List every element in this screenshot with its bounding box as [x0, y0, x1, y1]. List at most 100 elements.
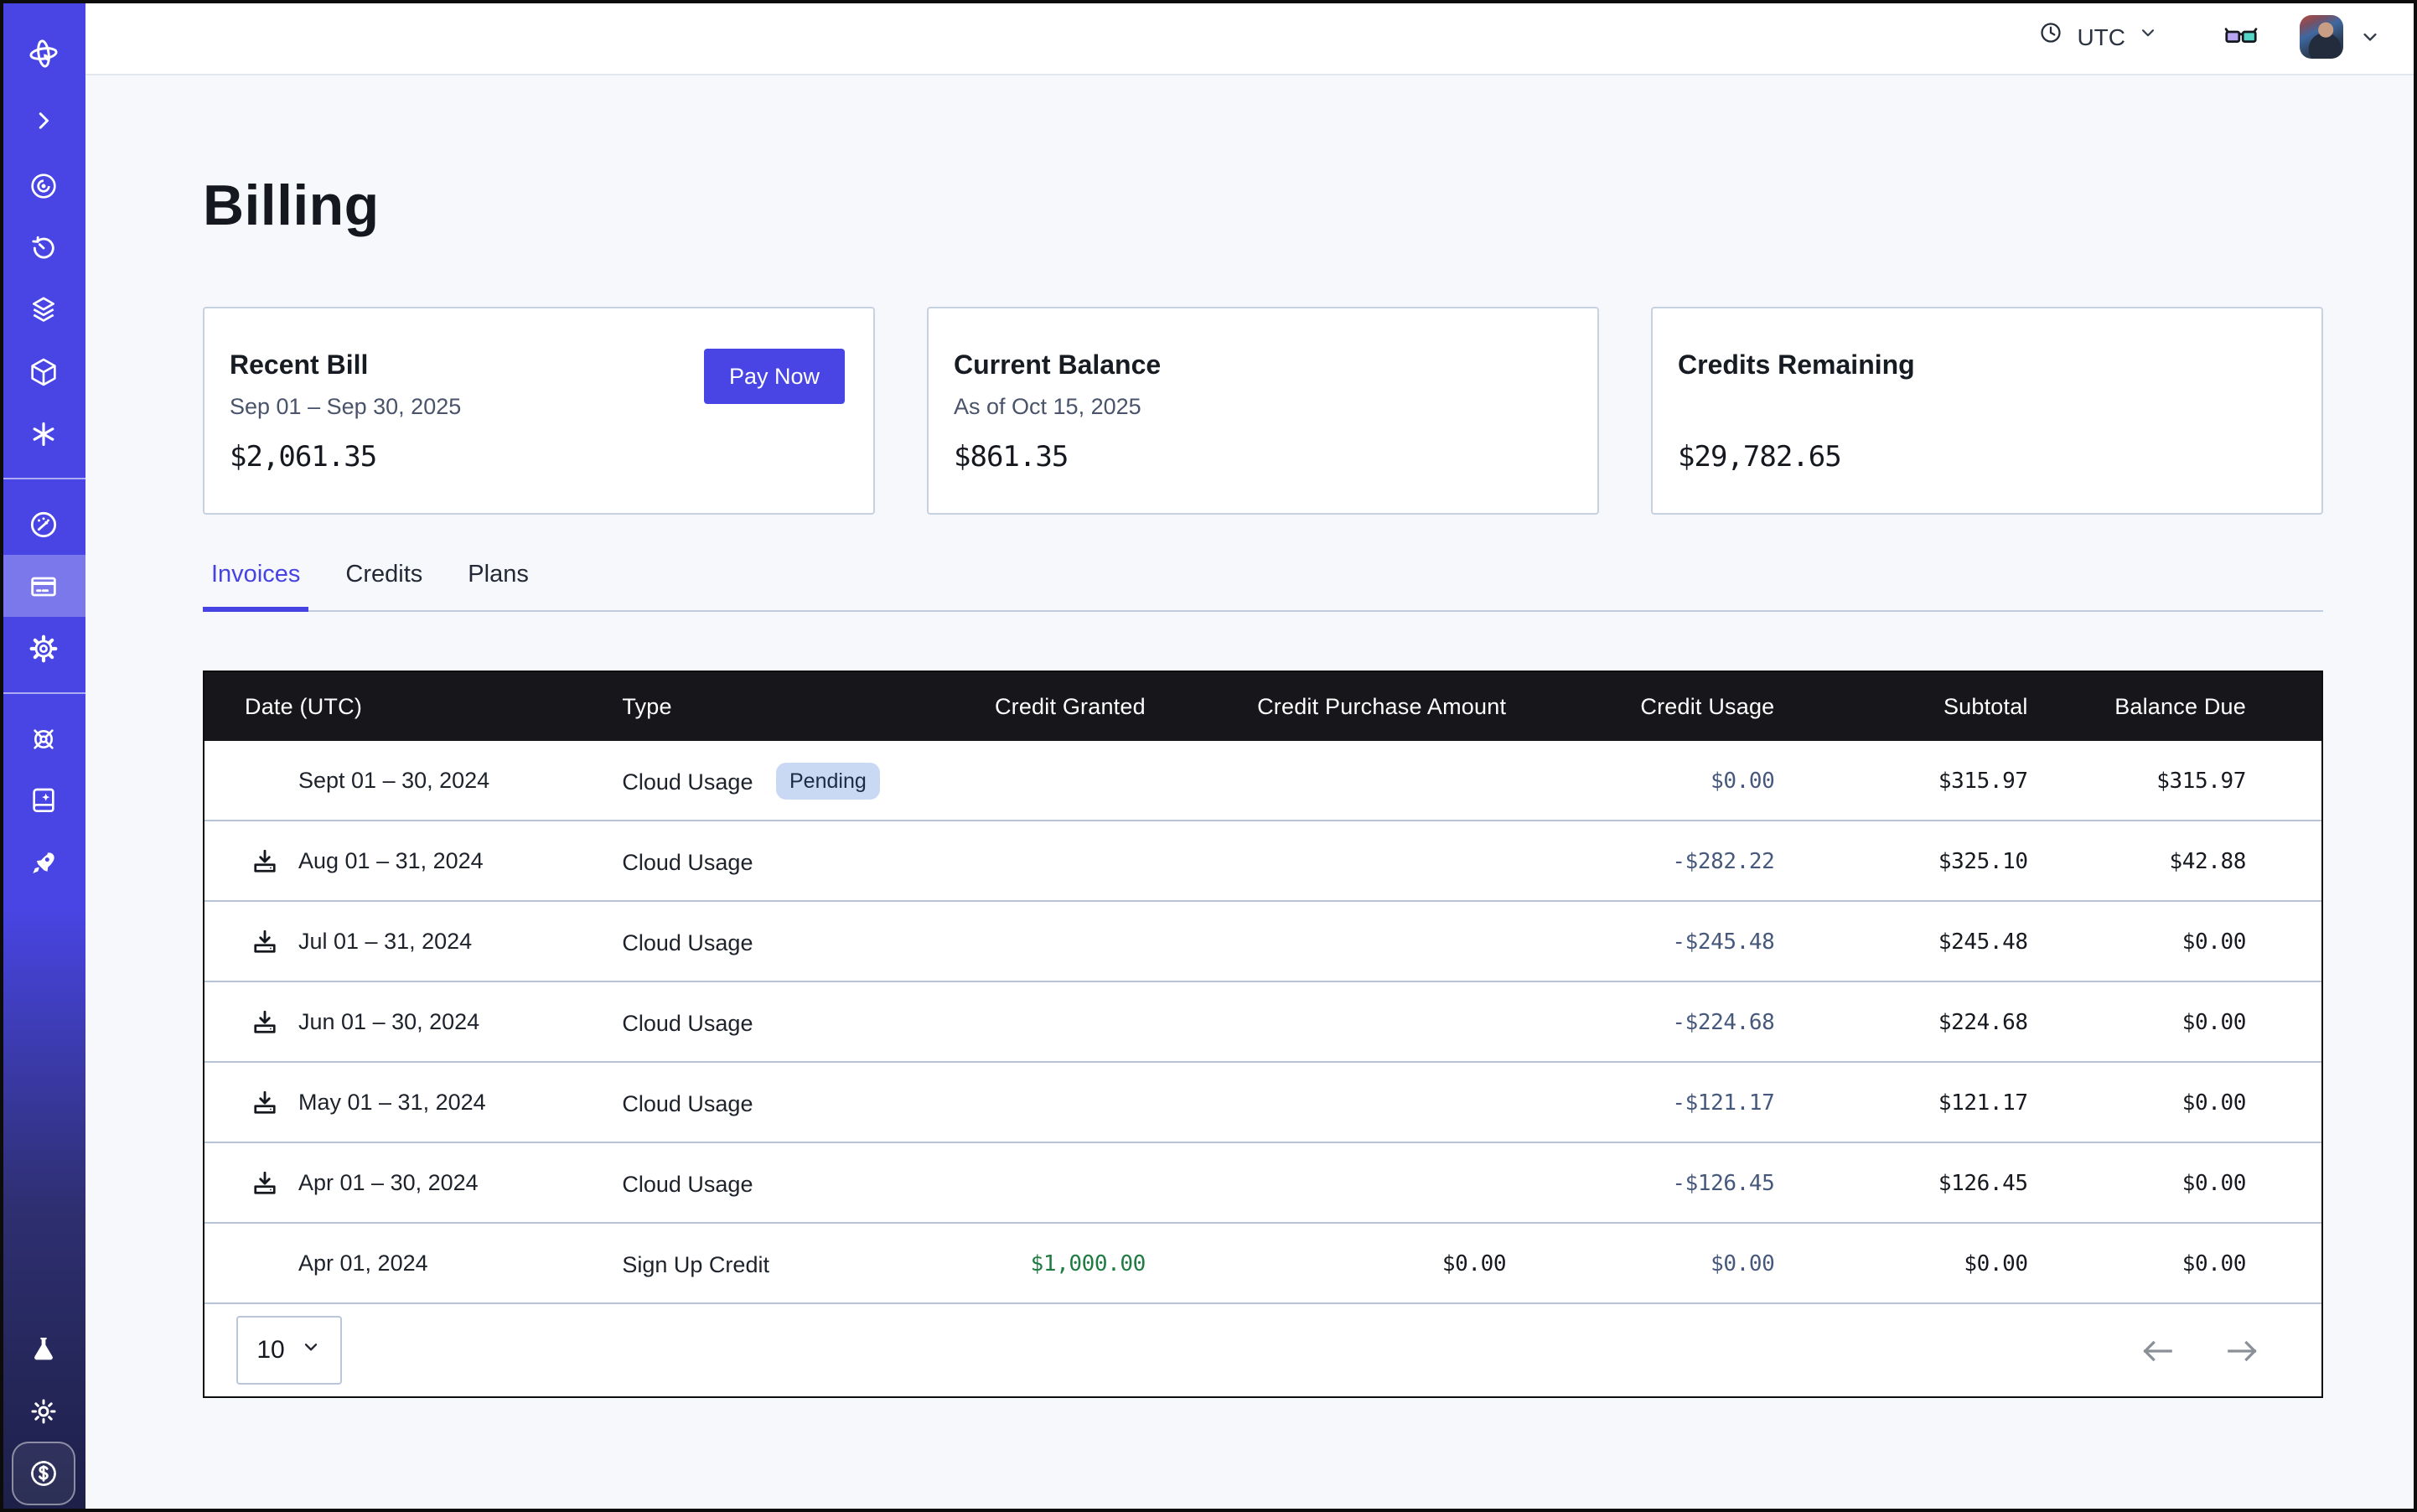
balance-due: $0.00 — [2182, 1251, 2246, 1276]
recent-bill-card: Recent Bill Sep 01 – Sep 30, 2025 $2,061… — [203, 307, 875, 515]
card-title: Credits Remaining — [1678, 352, 2295, 382]
sun-icon — [26, 1394, 60, 1427]
credit-purchase-amount: $0.00 — [1442, 1251, 1506, 1276]
credits-remaining-amount: $29,782.65 — [1678, 441, 1841, 474]
table-pagination: 10 — [204, 1302, 2321, 1396]
invoice-type: Cloud Usage — [622, 1090, 753, 1116]
next-page-button[interactable] — [2224, 1335, 2261, 1365]
subtotal: $121.17 — [1938, 1090, 2028, 1116]
sidebar-divider — [0, 478, 85, 479]
main-content: Billing Recent Bill Sep 01 – Sep 30, 202… — [85, 74, 2417, 1512]
download-invoice-icon[interactable] — [248, 925, 280, 957]
sidebar-item-theme-toggle[interactable] — [0, 1380, 85, 1442]
gear-icon — [26, 631, 60, 665]
chevron-down-icon — [2137, 22, 2159, 52]
clock-icon — [2037, 18, 2065, 55]
account-menu-chevron-icon[interactable] — [2358, 25, 2382, 49]
book-sparkle-icon — [26, 784, 60, 817]
invoice-type: Cloud Usage — [622, 1010, 753, 1035]
balance-due: $0.00 — [2182, 1010, 2246, 1035]
orbit-logo-icon — [24, 35, 61, 72]
user-avatar[interactable] — [2300, 15, 2343, 59]
column-header-type: Type — [622, 672, 940, 741]
download-invoice-icon[interactable] — [248, 1167, 280, 1199]
subtotal: $224.68 — [1938, 1010, 2028, 1035]
page-size-select[interactable]: 10 — [236, 1316, 342, 1385]
download-invoice-icon[interactable] — [248, 1086, 280, 1118]
column-header-credit-usage: Credit Usage — [1506, 672, 1774, 741]
cube-icon — [26, 355, 60, 388]
balance-due: $0.00 — [2182, 1090, 2246, 1116]
page-size-value: 10 — [256, 1336, 284, 1364]
credit-usage: -$121.17 — [1672, 1090, 1774, 1116]
helm-icon — [26, 722, 60, 755]
sidebar-item-history[interactable] — [0, 216, 85, 278]
invoice-date: Aug 01 – 31, 2024 — [298, 848, 484, 873]
invoice-row: May 01 – 31, 2024 Cloud Usage -$121.17 $… — [204, 1062, 2321, 1142]
invoice-type: Cloud Usage — [622, 769, 753, 794]
invoice-row: Aug 01 – 31, 2024 Cloud Usage -$282.22 $… — [204, 821, 2321, 901]
current-balance-card: Current Balance As of Oct 15, 2025 $861.… — [927, 307, 1599, 515]
column-header-credit-purchase-amount: Credit Purchase Amount — [1146, 672, 1506, 741]
sidebar-item-usage[interactable] — [0, 493, 85, 555]
balance-due: $315.97 — [2156, 769, 2246, 794]
tab-invoices[interactable]: Invoices — [203, 562, 308, 610]
invoice-date: Jul 01 – 31, 2024 — [298, 929, 472, 954]
invoice-row: Apr 01, 2024 Sign Up Credit $1,000.00 $0… — [204, 1223, 2321, 1302]
billing-tabs: Invoices Credits Plans — [203, 562, 2323, 612]
previous-page-button[interactable] — [2139, 1335, 2176, 1365]
sidebar-item-docs[interactable] — [0, 769, 85, 831]
chevron-down-icon — [300, 1336, 322, 1364]
invoice-date: Jun 01 – 30, 2024 — [298, 1009, 479, 1034]
invoice-type: Cloud Usage — [622, 1171, 753, 1196]
sidebar-item-getting-started[interactable] — [0, 831, 85, 893]
sidebar-item-layers[interactable] — [0, 278, 85, 340]
invoice-date: Apr 01 – 30, 2024 — [298, 1170, 479, 1195]
chevron-right-icon — [28, 106, 58, 136]
sidebar-item-credits[interactable] — [11, 1442, 75, 1505]
layers-icon — [26, 293, 60, 326]
sidebar-logo[interactable] — [0, 20, 85, 87]
flask-icon — [26, 1332, 60, 1365]
subtotal: $0.00 — [1964, 1251, 2027, 1276]
invoice-date: Sept 01 – 30, 2024 — [298, 768, 489, 793]
eye-spiral-icon — [26, 168, 60, 202]
history-clock-icon — [26, 230, 60, 264]
pay-now-button[interactable]: Pay Now — [704, 349, 845, 404]
sidebar-item-services[interactable] — [0, 402, 85, 464]
invoice-type: Sign Up Credit — [622, 1251, 769, 1276]
sidebar-item-support[interactable] — [0, 707, 85, 769]
sidebar-item-settings[interactable] — [0, 617, 85, 679]
sidebar-item-billing[interactable] — [0, 555, 85, 617]
invoice-row: Jul 01 – 31, 2024 Cloud Usage -$245.48 $… — [204, 901, 2321, 981]
sidebar-item-resources[interactable] — [0, 340, 85, 402]
summary-cards: Recent Bill Sep 01 – Sep 30, 2025 $2,061… — [203, 307, 2323, 515]
download-invoice-icon[interactable] — [248, 845, 280, 877]
invoice-row: Sept 01 – 30, 2024 Cloud Usage Pending $… — [204, 741, 2321, 821]
column-header-date: Date (UTC) — [204, 672, 622, 741]
subtotal: $245.48 — [1938, 929, 2028, 955]
subtotal: $325.10 — [1938, 849, 2028, 874]
subtotal: $315.97 — [1938, 769, 2028, 794]
timezone-selector[interactable]: UTC — [2037, 18, 2159, 55]
credit-usage: -$245.48 — [1672, 929, 1774, 955]
balance-due: $42.88 — [2169, 849, 2246, 874]
sidebar-item-expand[interactable] — [0, 87, 85, 154]
invoices-table: Date (UTC) Type Credit Granted Credit Pu… — [203, 671, 2323, 1398]
3d-glasses-icon[interactable] — [2223, 22, 2259, 52]
credit-card-icon — [26, 569, 60, 603]
asterisk-icon — [26, 417, 60, 450]
balance-due: $0.00 — [2182, 929, 2246, 955]
credits-remaining-card: Credits Remaining $29,782.65 — [1651, 307, 2323, 515]
invoice-date: May 01 – 31, 2024 — [298, 1090, 486, 1115]
tab-credits[interactable]: Credits — [337, 562, 431, 610]
gauge-icon — [26, 507, 60, 541]
topbar: UTC — [85, 0, 2417, 75]
download-invoice-icon[interactable] — [248, 1006, 280, 1038]
invoice-type: Cloud Usage — [622, 929, 753, 955]
sidebar-item-labs[interactable] — [0, 1318, 85, 1380]
tab-plans[interactable]: Plans — [459, 562, 537, 610]
card-subtitle: As of Oct 15, 2025 — [954, 394, 1571, 419]
sidebar-item-observe[interactable] — [0, 154, 85, 216]
column-header-credit-granted: Credit Granted — [941, 672, 1146, 741]
